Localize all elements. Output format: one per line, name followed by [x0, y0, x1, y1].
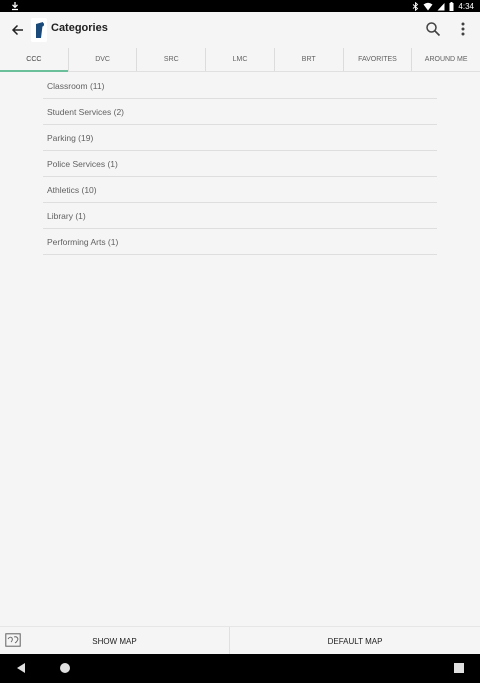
- tab-favorites[interactable]: FAVORITES: [344, 48, 413, 71]
- default-map-label: DEFAULT MAP: [327, 636, 383, 646]
- page-title: Categories: [51, 22, 108, 34]
- tab-lmc[interactable]: LMC: [206, 48, 275, 71]
- list-item[interactable]: Student Services (2): [43, 99, 437, 125]
- search-icon[interactable]: [424, 20, 442, 38]
- system-nav-bar: [0, 654, 480, 683]
- list-item[interactable]: Athletics (10): [43, 177, 437, 203]
- nav-recents-icon[interactable]: [453, 662, 465, 674]
- download-icon: [12, 2, 18, 11]
- list-item[interactable]: Performing Arts (1): [43, 229, 437, 255]
- status-time: 4:34: [458, 1, 474, 11]
- tab-dvc[interactable]: DVC: [69, 48, 138, 71]
- tab-ccc[interactable]: CCC: [0, 48, 69, 72]
- bottom-action-bar: SHOW MAP DEFAULT MAP: [0, 626, 480, 655]
- tab-brt[interactable]: BRT: [275, 48, 344, 71]
- show-map-label: SHOW MAP: [92, 636, 137, 646]
- cell-signal-icon: [437, 2, 445, 10]
- tab-around-me[interactable]: AROUND ME: [412, 48, 480, 71]
- list-item[interactable]: Library (1): [43, 203, 437, 229]
- nav-back-icon[interactable]: [15, 662, 27, 674]
- list-item[interactable]: Classroom (11): [43, 73, 437, 99]
- show-map-button[interactable]: SHOW MAP: [0, 627, 230, 655]
- tab-src[interactable]: SRC: [137, 48, 207, 71]
- more-vert-icon[interactable]: [454, 20, 472, 38]
- wifi-icon: [423, 2, 433, 10]
- battery-icon: [449, 1, 454, 11]
- arrow-back-icon[interactable]: [8, 20, 28, 40]
- app-logo: [31, 18, 47, 42]
- list-item[interactable]: Police Services (1): [43, 151, 437, 177]
- bluetooth-icon: [413, 1, 419, 11]
- campus-tabs: CCC DVC SRC LMC BRT FAVORITES AROUND ME: [0, 48, 480, 72]
- default-map-button[interactable]: DEFAULT MAP: [230, 627, 480, 655]
- list-item[interactable]: Parking (19): [43, 125, 437, 151]
- status-bar: 4:34: [0, 0, 480, 12]
- map-icon: [5, 633, 21, 647]
- nav-home-icon[interactable]: [59, 662, 71, 674]
- toolbar: Categories: [0, 12, 480, 48]
- category-list: Classroom (11) Student Services (2) Park…: [43, 73, 437, 255]
